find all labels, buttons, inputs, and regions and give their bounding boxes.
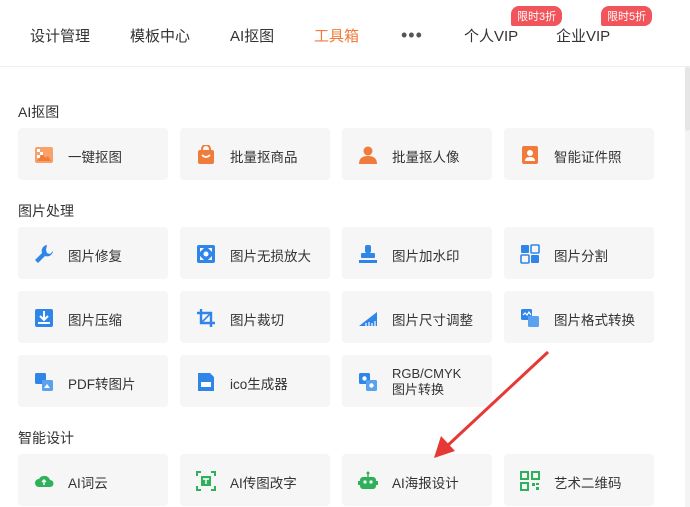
tool-label: 图片无损放大 [230,249,311,264]
section-title-smart-design: 智能设计 [18,430,74,446]
nav-design-management[interactable]: 设计管理 [30,25,90,46]
tool-label: 智能证件照 [554,150,622,165]
format-convert-icon [521,309,539,327]
nav-personal-vip[interactable]: 个人VIP [464,25,518,46]
ruler-icon [359,312,377,326]
tool-label: AI海报设计 [392,476,459,491]
stamp-icon [359,245,377,263]
tool-label: 图片格式转换 [554,313,635,328]
personal-vip-discount-badge: 限时3折 [511,6,563,26]
tool-image-repair[interactable]: 图片修复 [18,227,168,279]
nav-ai-cutout[interactable]: AI抠图 [230,25,274,46]
crop-icon [197,309,215,327]
text-scan-icon [196,471,216,491]
more-icon[interactable]: ••• [401,25,423,46]
tool-batch-cutout-products[interactable]: 批量抠商品 [180,128,330,180]
tool-ico-generator[interactable]: ico生成器 [180,355,330,407]
ico-file-icon [198,373,214,391]
tool-label: 图片分割 [554,249,608,264]
tool-ai-image-text-edit[interactable]: AI传图改字 [180,454,330,506]
tool-ai-word-cloud[interactable]: AI词云 [18,454,168,506]
scrollbar[interactable] [685,67,690,507]
tool-batch-cutout-portraits[interactable]: 批量抠人像 [342,128,492,180]
tool-label: AI词云 [68,476,108,491]
tool-label: 图片压缩 [68,313,122,328]
tool-add-watermark[interactable]: 图片加水印 [342,227,492,279]
tool-image-split[interactable]: 图片分割 [504,227,654,279]
compress-download-icon [35,309,53,327]
robot-icon [358,471,378,489]
tool-label: ico生成器 [230,377,288,392]
tool-label: AI传图改字 [230,476,297,491]
tool-lossless-upscale[interactable]: 图片无损放大 [180,227,330,279]
tool-rgb-cmyk-convert[interactable]: RGB/CMYK 图片转换 [342,355,492,407]
tool-pdf-to-image[interactable]: PDF转图片 [18,355,168,407]
enterprise-vip-discount-badge: 限时5折 [601,6,653,26]
tool-format-convert[interactable]: 图片格式转换 [504,291,654,343]
tool-label: 批量抠人像 [392,150,460,165]
tool-label-line-1: RGB/CMYK [392,366,462,381]
tool-image-compress[interactable]: 图片压缩 [18,291,168,343]
tool-label: RGB/CMYK 图片转换 [392,366,461,398]
grid-split-icon [520,244,540,264]
tool-image-crop[interactable]: 图片裁切 [180,291,330,343]
tool-label: PDF转图片 [68,377,136,392]
scrollbar-thumb[interactable] [685,67,690,131]
tool-label: 批量抠商品 [230,150,298,165]
section-title-image-processing: 图片处理 [18,203,74,219]
tool-label: 图片尺寸调整 [392,313,473,328]
tool-resize-image[interactable]: 图片尺寸调整 [342,291,492,343]
id-photo-icon [522,146,538,164]
nav-toolbox[interactable]: 工具箱 [314,25,359,46]
tool-label: 一键抠图 [68,150,122,165]
nav-template-center[interactable]: 模板中心 [130,25,190,46]
color-convert-icon [359,373,377,391]
qr-code-icon [520,471,540,491]
tool-label-line-2: 图片转换 [392,382,445,397]
section-title-ai-cutout: AI抠图 [18,104,60,120]
tool-label: 图片裁切 [230,313,284,328]
tool-label: 艺术二维码 [554,476,622,491]
enlarge-icon [197,245,215,263]
tool-ai-poster-design[interactable]: AI海报设计 [342,454,492,506]
shopping-bag-icon [198,145,214,164]
cloud-icon [35,475,54,487]
tool-art-qr-code[interactable]: 艺术二维码 [504,454,654,506]
person-icon [359,146,377,164]
wrench-icon [35,245,53,263]
tool-one-click-cutout[interactable]: 一键抠图 [18,128,168,180]
cutout-image-icon [35,147,53,163]
pdf-convert-icon [35,373,53,391]
tool-label: 图片加水印 [392,249,460,264]
tool-smart-id-photo[interactable]: 智能证件照 [504,128,654,180]
nav-enterprise-vip[interactable]: 企业VIP [556,25,610,46]
tool-label: 图片修复 [68,249,122,264]
top-nav: 设计管理 模板中心 AI抠图 工具箱 ••• 个人VIP 限时3折 企业VIP … [0,0,690,66]
